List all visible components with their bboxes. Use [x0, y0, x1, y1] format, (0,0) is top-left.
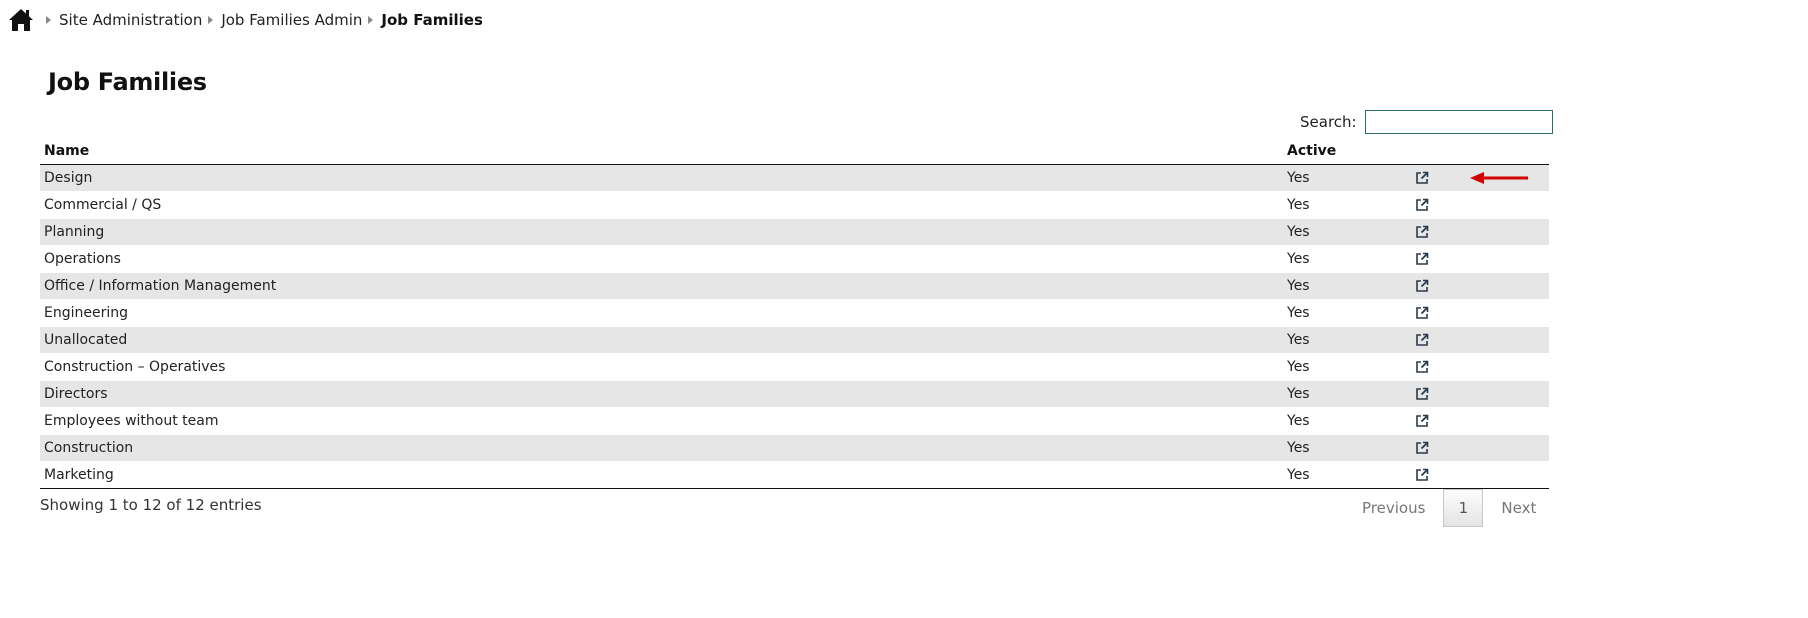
row-active-cell: Yes [1283, 299, 1411, 327]
breadcrumb-separator-icon [368, 16, 374, 24]
table-info: Showing 1 to 12 of 12 entries [40, 496, 262, 514]
external-link-icon[interactable] [1415, 252, 1429, 266]
table-body: Design Yes Commercial / QS Yes Planning Yes Op… [40, 164, 1549, 489]
previous-page-button[interactable]: Previous [1350, 499, 1437, 517]
external-link-icon[interactable] [1415, 198, 1429, 212]
table-header-row: Name Active [40, 138, 1549, 165]
column-header-active[interactable]: Active [1283, 138, 1411, 165]
row-active-cell: Yes [1283, 272, 1411, 300]
row-name-cell: Directors [40, 380, 1283, 408]
row-action-cell [1411, 299, 1549, 327]
table-row: Construction – Operatives Yes [40, 353, 1549, 381]
row-name-cell: Unallocated [40, 326, 1283, 354]
row-action-cell [1411, 353, 1549, 381]
table-row: Planning Yes [40, 218, 1549, 246]
row-action-cell [1411, 272, 1549, 300]
row-name-cell: Operations [40, 245, 1283, 273]
row-active-cell: Yes [1283, 353, 1411, 381]
table-row: Construction Yes [40, 434, 1549, 462]
table-row: Office / Information Management Yes [40, 272, 1549, 300]
row-active-cell: Yes [1283, 380, 1411, 408]
external-link-icon[interactable] [1415, 333, 1429, 347]
external-link-icon[interactable] [1415, 387, 1429, 401]
row-active-cell: Yes [1283, 434, 1411, 462]
row-action-cell [1411, 461, 1549, 489]
search-container: Search: [1300, 110, 1553, 134]
external-link-icon[interactable] [1415, 171, 1429, 185]
row-active-cell: Yes [1283, 326, 1411, 354]
row-name-cell: Office / Information Management [40, 272, 1283, 300]
row-action-cell [1411, 434, 1549, 462]
external-link-icon[interactable] [1415, 225, 1429, 239]
table-row: Design Yes [40, 164, 1549, 192]
table-row: Engineering Yes [40, 299, 1549, 327]
table-row: Employees without team Yes [40, 407, 1549, 435]
external-link-icon[interactable] [1415, 468, 1429, 482]
home-icon[interactable] [8, 7, 34, 33]
breadcrumb-separator-icon [208, 16, 214, 24]
row-active-cell: Yes [1283, 218, 1411, 246]
external-link-icon[interactable] [1415, 414, 1429, 428]
page-1-button[interactable]: 1 [1443, 489, 1484, 527]
row-active-cell: Yes [1283, 164, 1411, 192]
row-action-cell [1411, 326, 1549, 354]
row-active-cell: Yes [1283, 461, 1411, 489]
row-name-cell: Construction – Operatives [40, 353, 1283, 381]
table-row: Unallocated Yes [40, 326, 1549, 354]
external-link-icon[interactable] [1415, 306, 1429, 320]
row-name-cell: Planning [40, 218, 1283, 246]
row-action-cell [1411, 191, 1549, 219]
table-row: Operations Yes [40, 245, 1549, 273]
row-action-cell [1411, 218, 1549, 246]
row-active-cell: Yes [1283, 191, 1411, 219]
external-link-icon[interactable] [1415, 360, 1429, 374]
breadcrumb-current-page: Job Families [381, 11, 483, 29]
row-name-cell: Engineering [40, 299, 1283, 327]
next-page-button[interactable]: Next [1489, 499, 1548, 517]
breadcrumb: Site Administration Job Families Admin J… [8, 6, 483, 34]
breadcrumb-separator-icon [46, 16, 51, 24]
external-link-icon[interactable] [1415, 279, 1429, 293]
row-action-cell [1411, 380, 1549, 408]
search-input[interactable] [1364, 110, 1553, 134]
annotation-arrow-icon [1470, 172, 1528, 184]
search-label: Search: [1300, 113, 1357, 131]
external-link-icon[interactable] [1415, 441, 1429, 455]
breadcrumb-site-administration[interactable]: Site Administration [59, 11, 202, 29]
row-name-cell: Construction [40, 434, 1283, 462]
row-name-cell: Commercial / QS [40, 191, 1283, 219]
row-active-cell: Yes [1283, 407, 1411, 435]
table-row: Commercial / QS Yes [40, 191, 1549, 219]
row-action-cell [1411, 245, 1549, 273]
row-name-cell: Employees without team [40, 407, 1283, 435]
row-action-cell [1411, 407, 1549, 435]
row-name-cell: Design [40, 164, 1283, 192]
pagination: Previous 1 Next [1350, 489, 1548, 527]
row-name-cell: Marketing [40, 461, 1283, 489]
breadcrumb-job-families-admin[interactable]: Job Families Admin [221, 11, 362, 29]
job-families-table: Name Active Design Yes Commercial / QS Yes P… [40, 138, 1549, 489]
table-row: Marketing Yes [40, 461, 1549, 489]
column-header-name[interactable]: Name [40, 138, 1283, 165]
row-active-cell: Yes [1283, 245, 1411, 273]
page-title: Job Families [48, 68, 207, 96]
column-header-actions [1411, 138, 1549, 165]
table-row: Directors Yes [40, 380, 1549, 408]
